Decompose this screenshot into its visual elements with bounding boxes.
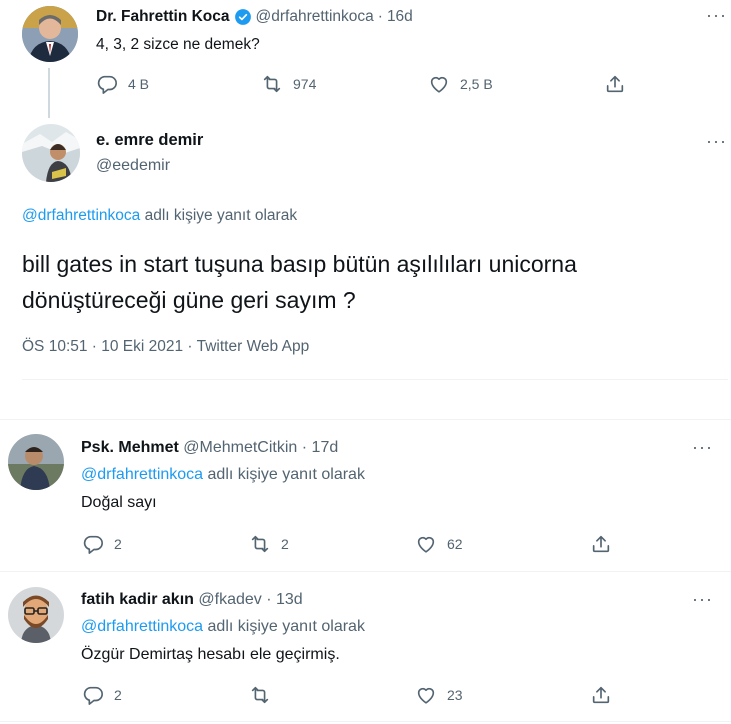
- reply-button[interactable]: 2: [82, 533, 122, 555]
- share-button[interactable]: [604, 73, 626, 95]
- divider: [0, 571, 731, 572]
- author-name[interactable]: Psk. Mehmet: [81, 439, 179, 456]
- share-icon: [592, 686, 610, 704]
- retweet-button[interactable]: 2: [249, 533, 289, 555]
- tweet-text-line-1: bill gates in start tuşuna basıp bütün a…: [22, 251, 577, 277]
- share-icon: [592, 535, 610, 553]
- tweet-time[interactable]: 16d: [387, 8, 413, 26]
- reply-button[interactable]: 2: [82, 684, 122, 706]
- original-header: Dr. Fahrettin Koca @drfahrettinkoca · 16…: [96, 8, 413, 26]
- reply-icon: [83, 535, 103, 554]
- like-button[interactable]: 2,5 B: [428, 73, 493, 95]
- avatar-main-author[interactable]: [22, 124, 80, 182]
- avatar-main-author-image: [22, 124, 80, 182]
- more-icon[interactable]: ···: [706, 6, 727, 24]
- author-handle[interactable]: @eedemir: [96, 157, 170, 175]
- reply-count: 2: [114, 687, 122, 703]
- like-icon: [417, 536, 435, 553]
- more-icon[interactable]: ···: [692, 438, 713, 456]
- author-name[interactable]: e. emre demir: [96, 131, 203, 150]
- author-handle[interactable]: @MehmetCitkin: [183, 439, 297, 456]
- retweet-count: 974: [293, 76, 317, 92]
- divider: [0, 721, 731, 722]
- avatar-original-author[interactable]: [22, 6, 78, 62]
- avatar-reply-author-image: [8, 434, 64, 490]
- reply-context: @drfahrettinkoca adlı kişiye yanıt olara…: [81, 618, 365, 636]
- tweet-time[interactable]: 17d: [312, 439, 339, 456]
- like-icon: [417, 687, 435, 704]
- reply-header: fatih kadir akın @fkadev · 13d: [81, 591, 303, 609]
- share-icon: [606, 75, 624, 93]
- verified-badge-icon: [234, 8, 252, 26]
- reply-icon: [83, 686, 103, 705]
- tweet-time[interactable]: 13d: [276, 591, 303, 608]
- reply-count: 2: [114, 536, 122, 552]
- section-divider: [0, 419, 731, 420]
- reply-to-label: adlı kişiye yanıt olarak: [207, 618, 365, 635]
- reply-to-handle[interactable]: @drfahrettinkoca: [81, 466, 203, 483]
- more-icon[interactable]: ···: [706, 132, 727, 150]
- like-count: 23: [447, 687, 463, 703]
- more-icon[interactable]: ···: [692, 590, 713, 608]
- thread-line: [48, 68, 50, 118]
- share-button[interactable]: [590, 533, 612, 555]
- dot-separator: ·: [301, 439, 308, 456]
- retweet-button[interactable]: 974: [261, 73, 316, 95]
- author-name[interactable]: Dr. Fahrettin Koca: [96, 8, 230, 26]
- retweet-icon: [263, 75, 281, 93]
- reply-to-label: adlı kişiye yanıt olarak: [207, 466, 365, 483]
- reply-to-label: adlı kişiye yanıt olarak: [144, 207, 298, 224]
- retweet-icon: [251, 535, 269, 553]
- avatar-reply-author[interactable]: [8, 434, 64, 490]
- like-count: 2,5 B: [460, 76, 493, 92]
- tweet-text: 4, 3, 2 sizce ne demek?: [96, 36, 260, 53]
- tweet-text-line-2: dönüştüreceği güne geri sayım ?: [22, 287, 356, 313]
- reply-button[interactable]: 4 B: [96, 73, 149, 95]
- reply-count: 4 B: [128, 76, 150, 92]
- like-button[interactable]: 62: [415, 533, 463, 555]
- author-handle[interactable]: @drfahrettinkoca: [256, 8, 374, 26]
- tweet-text: Doğal sayı: [81, 494, 157, 511]
- retweet-icon: [251, 686, 269, 704]
- tweet-text: Özgür Demirtaş hesabı ele geçirmiş.: [81, 646, 340, 663]
- dot-separator: ·: [266, 591, 272, 608]
- reply-header: Psk. Mehmet @MehmetCitkin · 17d: [81, 439, 338, 457]
- tweet-meta[interactable]: ÖS 10:51 · 10 Eki 2021 · Twitter Web App: [22, 338, 309, 356]
- reply-context: @drfahrettinkoca adlı kişiye yanıt olara…: [22, 207, 297, 225]
- like-icon: [430, 76, 448, 93]
- avatar-original-author-image: [22, 6, 78, 62]
- author-name[interactable]: fatih kadir akın: [81, 591, 194, 608]
- author-handle[interactable]: @fkadev: [198, 591, 261, 608]
- reply-to-handle[interactable]: @drfahrettinkoca: [22, 207, 140, 224]
- dot-separator: ·: [377, 8, 383, 25]
- retweet-button[interactable]: [249, 684, 281, 706]
- reply-to-handle[interactable]: @drfahrettinkoca: [81, 618, 203, 635]
- like-button[interactable]: 23: [415, 684, 463, 706]
- tweet-text: bill gates in start tuşuna basıp bütün a…: [22, 246, 577, 318]
- reply-icon: [97, 75, 117, 94]
- retweet-count: 2: [281, 536, 289, 552]
- reply-context: @drfahrettinkoca adlı kişiye yanıt olara…: [81, 466, 365, 484]
- avatar-reply-author[interactable]: [8, 587, 64, 643]
- like-count: 62: [447, 536, 463, 552]
- avatar-reply-author-image: [8, 587, 64, 643]
- divider: [22, 379, 728, 380]
- share-button[interactable]: [590, 684, 612, 706]
